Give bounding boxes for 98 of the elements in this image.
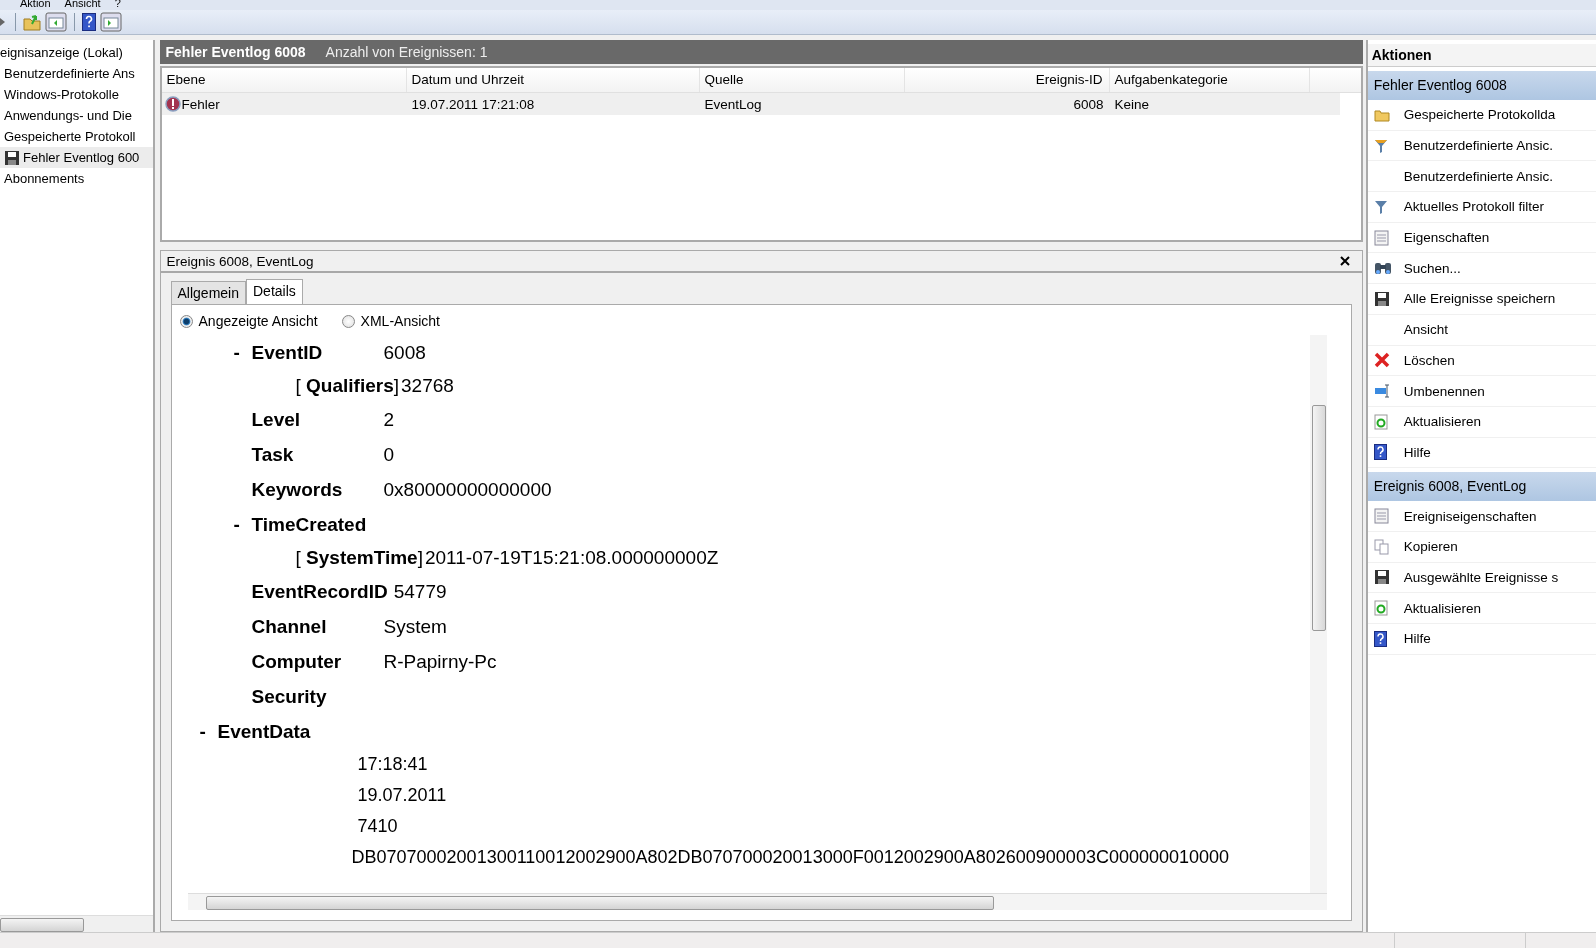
tab[interactable]: Details: [246, 279, 303, 304]
action-link[interactable]: Gespeicherte Protokollda: [1403, 107, 1556, 123]
help-icon: [1373, 444, 1387, 461]
delete-icon: [1373, 352, 1390, 369]
action-link[interactable]: Ansicht: [1403, 322, 1448, 338]
action-link[interactable]: Ausgewählte Ereignisse s: [1403, 569, 1559, 585]
collapse-toggle[interactable]: -: [233, 335, 252, 370]
tree-item[interactable]: Benutzerdefinierte Ans: [0, 63, 153, 84]
tree-item[interactable]: Windows-Protokolle: [0, 84, 153, 105]
field-value: 6008: [383, 341, 426, 365]
action-link[interactable]: Benutzerdefinierte Ansic.: [1403, 168, 1554, 184]
menu-item[interactable]: ?: [114, 0, 121, 9]
data-value: 19.07.2011: [357, 784, 447, 807]
table-cell: Fehler: [181, 96, 220, 112]
horizontal-scrollbar[interactable]: [187, 893, 1327, 910]
menu-item[interactable]: Aktion: [20, 0, 51, 9]
funnel-icon: [1373, 198, 1388, 215]
field-value: R-Papirny-Pc: [383, 650, 497, 674]
data-value: DB07070002001300110012002900A802DB070700020013000F0012002900A802600900003C000000010000: [351, 846, 1230, 869]
field-value: 54779: [393, 580, 447, 604]
column-header[interactable]: Datum und Uhrzeit: [406, 68, 700, 92]
column-header[interactable]: Aufgabenkategorie: [1109, 68, 1310, 92]
section-header[interactable]: Ereignis 6008, EventLog: [1367, 472, 1596, 502]
field-name: Keywords: [251, 478, 344, 502]
action-link[interactable]: Kopieren: [1403, 539, 1458, 555]
refresh-icon: [1373, 600, 1388, 617]
table-cell-text: Keine: [1113, 96, 1151, 112]
action-link[interactable]: Ereigniseigenschaften: [1403, 508, 1537, 524]
action-link[interactable]: Aktuelles Protokoll filter: [1403, 199, 1545, 215]
data-value: 7410: [357, 815, 398, 838]
action-link[interactable]: Umbenennen: [1403, 383, 1485, 399]
table-row[interactable]: Fehler 19.07.2011 17:21:08 EventLog 6008 Keine: [161, 93, 1340, 115]
close-icon[interactable]: [1339, 256, 1350, 266]
action-link[interactable]: Benutzerdefinierte Ansic.: [1403, 138, 1554, 154]
field-name: Security: [251, 685, 328, 709]
column-header[interactable]: Ebene: [161, 68, 407, 92]
help-icon[interactable]: [82, 13, 96, 31]
tree-item[interactable]: Anwendungs- und Die: [0, 105, 153, 126]
field-value: 2: [383, 408, 395, 432]
funnel-icon: [1373, 137, 1388, 154]
copy-icon: [1373, 538, 1390, 555]
field-name: Level: [251, 408, 302, 432]
tree-item[interactable]: Abonnements: [0, 168, 153, 189]
event-count: Anzahl von Ereignissen: 1: [325, 44, 488, 60]
table-cell-text: EventLog: [703, 96, 763, 112]
field-value: 0x80000000000000: [383, 478, 552, 502]
section-header[interactable]: Fehler Eventlog 6008: [1367, 71, 1596, 100]
field-value: 32768: [401, 374, 454, 398]
action-link[interactable]: Löschen: [1403, 352, 1455, 368]
field-value: 0: [383, 443, 395, 467]
tab[interactable]: Allgemein: [170, 281, 246, 304]
menu-item[interactable]: Ansicht: [64, 0, 101, 9]
actions-title: Aktionen: [1367, 44, 1596, 67]
log-title: Fehler Eventlog 6008: [165, 44, 306, 60]
tree-item[interactable]: Gespeicherte Protokoll: [0, 126, 153, 147]
action-link[interactable]: Hilfe: [1403, 444, 1431, 460]
field-name: EventData: [217, 720, 312, 744]
radio-label: Angezeigte Ansicht: [198, 313, 318, 329]
radio-button[interactable]: [179, 314, 193, 328]
action-link[interactable]: Suchen...: [1403, 260, 1461, 276]
radio-button[interactable]: [341, 314, 355, 328]
properties-icon: [1373, 229, 1389, 246]
panel-icon[interactable]: [45, 12, 67, 32]
tree-item[interactable]: eignisanzeige (Lokal): [0, 42, 153, 63]
action-link[interactable]: Eigenschaften: [1403, 230, 1490, 246]
field-name: EventID: [251, 341, 324, 365]
refresh-icon: [1373, 413, 1388, 430]
error-icon: [164, 96, 181, 112]
field-name: Channel: [251, 615, 328, 639]
data-value: 17:18:41: [357, 753, 428, 776]
action-link[interactable]: Alle Ereignisse speichern: [1403, 291, 1556, 307]
properties-icon: [1373, 508, 1389, 525]
folder-arrow-icon[interactable]: [23, 13, 41, 31]
help-icon: [1373, 630, 1387, 647]
collapse-toggle[interactable]: -: [233, 507, 252, 542]
tree-item[interactable]: Fehler Eventlog 600: [0, 147, 153, 168]
folder-icon: [1373, 107, 1390, 122]
horizontal-scrollbar[interactable]: [0, 915, 153, 932]
field-value: System: [383, 615, 447, 639]
rename-icon: [1373, 384, 1392, 399]
field-name: Task: [251, 443, 295, 467]
action-link[interactable]: Hilfe: [1403, 631, 1431, 647]
attribute-name: [ Qualifiers]: [295, 374, 399, 398]
binoculars-icon: [1373, 260, 1392, 277]
table-cell-text: 19.07.2011 17:21:08: [410, 96, 536, 112]
action-link[interactable]: Aktualisieren: [1403, 600, 1481, 616]
radio-label: XML-Ansicht: [360, 313, 440, 329]
field-name: EventRecordID: [251, 580, 388, 604]
column-header[interactable]: Ereignis-ID: [904, 68, 1110, 92]
field-value: 2011-07-19T15:21:08.000000000Z: [424, 546, 719, 570]
collapse-toggle[interactable]: -: [199, 714, 218, 749]
detail-title: Ereignis 6008, EventLog: [166, 253, 314, 269]
action-link[interactable]: Aktualisieren: [1403, 414, 1481, 430]
field-name: TimeCreated: [251, 513, 368, 537]
table-cell-text: 6008: [1072, 96, 1105, 112]
column-header[interactable]: Quelle: [699, 68, 905, 92]
field-name: Computer: [251, 650, 343, 674]
attribute-name: [ SystemTime]: [295, 546, 423, 570]
